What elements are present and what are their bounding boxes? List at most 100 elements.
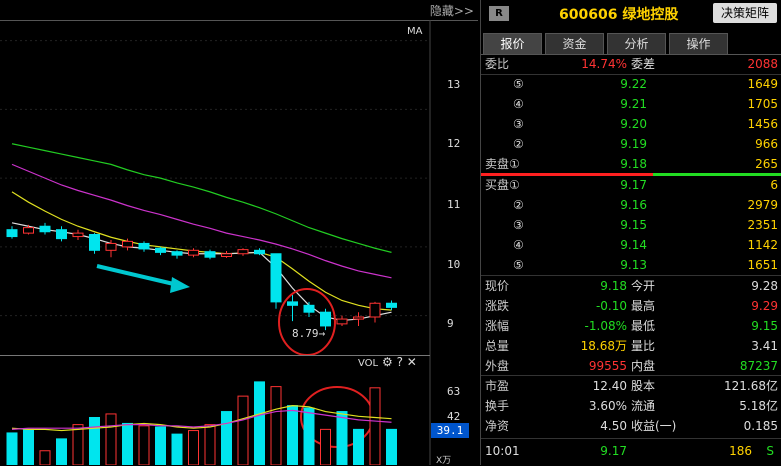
volume-bar-down [171,433,183,465]
stock-title: 600606 绿地控股 [559,7,679,23]
stat-value: 87237 [739,359,778,373]
candle-up [369,302,381,318]
volume-bar-up [39,450,51,465]
tick-side: S [766,444,774,458]
buy-level-label: ② [513,198,524,212]
stat-label: 市盈 [485,379,510,393]
buy-price: 9.16 [620,198,647,212]
candle-up [336,318,348,325]
volume-bar-down [89,417,100,465]
candle-up [188,249,199,256]
tab-analysis[interactable]: 分析 [607,33,666,54]
decision-matrix-button[interactable]: 决策矩阵 [713,3,777,23]
volume-bar-up [72,424,84,465]
candle-down [303,304,315,313]
candle-up [122,240,133,248]
buy-level-label: ⑤ [513,258,524,272]
stat-value: 9.18 [600,279,627,293]
ma-line-yellow [11,191,392,311]
buy-level-label: ④ [513,238,524,252]
weibi-row: 委比 14.74% 委差 2088 [481,54,781,74]
volume-bar-up [138,425,150,465]
stat-label: 换手 [485,399,510,413]
buy-price: 9.13 [620,258,647,272]
candle-down [204,251,216,258]
ma-line-green [11,143,392,253]
sell-volume: 966 [755,137,778,151]
volume-bar-down [386,428,397,465]
candle-down [320,311,331,327]
sell-volume: 1456 [747,117,778,131]
trend-arrow-head [170,277,190,293]
y-tick-11: 11 [447,198,461,211]
vol-label: VOL [358,358,379,369]
volume-divider [0,355,430,356]
weicha-value: 2088 [747,57,778,71]
buy-level-row: ④ 9.14 1142 [481,235,781,255]
quote-panel: R 600606 绿地控股 决策矩阵 报价 资金 分析 操作 委比 14.74%… [480,0,781,465]
stat-value: 3.60% [588,399,627,413]
sell-level-label: ② [513,137,524,151]
vol-tick-63: 63 [447,385,461,398]
candle-down [171,251,183,256]
candle-down [138,242,150,250]
buy-volume: 2351 [747,218,778,232]
kline-chart-area[interactable]: 隐藏>> MA 13 12 11 10 9 8.79→ VOL ⚙ ? ✕ 63… [0,0,478,466]
stat-value: 121.68亿 [724,379,778,393]
stat-value: 4.50 [600,419,627,433]
sell-volume: 1649 [747,77,778,91]
buy-level-label: ③ [513,218,524,232]
stat-value: 12.40 [592,379,627,393]
buy-price: 9.17 [620,178,647,192]
stat-label: 收益(一) [631,419,677,433]
sell-volume: 1705 [747,97,778,111]
stat-value: 0.185 [743,419,778,433]
weibi-value: 14.74% [581,57,627,71]
r-badge[interactable]: R [489,6,509,21]
stat-value: 9.28 [751,279,778,293]
sell-level-row: ③ 9.20 1456 [481,114,781,134]
buy-level-row: ③ 9.15 2351 [481,215,781,235]
help-icon[interactable]: ? [397,355,403,369]
buy-volume: 2979 [747,198,778,212]
tick-row[interactable]: 10:01 9.17 186 S [481,441,781,461]
ma-line-white [11,222,392,322]
stat-value: 9.29 [751,299,778,313]
sell-price: 9.19 [620,137,647,151]
y-tick-9: 9 [447,317,454,330]
trend-arrow [96,264,179,287]
sell-level-row: 卖盘① 9.18 265 [481,154,781,174]
volume-bar-up [105,413,117,465]
stat-label: 量比 [631,339,656,353]
candle-down [386,302,397,308]
tab-funds[interactable]: 资金 [545,33,604,54]
quote-stat-row: 涨跌 -0.10 最高 9.29 [481,296,781,316]
candle-up [237,249,249,255]
tick-volume: 186 [729,444,752,458]
candle-up [353,316,364,320]
tab-operation[interactable]: 操作 [669,33,728,54]
sell-level-row: ⑤ 9.22 1649 [481,74,781,94]
quote-stat-row: 涨幅 -1.08% 最低 9.15 [481,316,781,336]
volume-bar-down [353,428,364,465]
stat-value: 18.68万 [580,339,627,353]
tab-quote[interactable]: 报价 [483,33,542,54]
candlestick-plot[interactable] [0,0,478,465]
sell-volume: 265 [755,157,778,171]
stat-label: 总量 [485,339,510,353]
stat-label: 股本 [631,379,656,393]
stat-value: 9.15 [751,319,778,333]
gear-icon[interactable]: ⚙ [382,355,393,369]
close-icon[interactable]: ✕ [407,355,417,369]
y-tick-13: 13 [447,78,461,91]
stat-value: 3.41 [751,339,778,353]
candle-up [72,232,84,238]
volume-bar-down [155,426,166,465]
volume-bar-up [270,386,282,465]
candle-down [155,247,166,253]
low-price-annotation: 8.79→ [292,327,326,340]
stat-label: 内盘 [631,359,656,373]
volume-bar-up [237,395,249,465]
volume-bar-down [336,411,348,465]
candle-down [89,234,100,251]
